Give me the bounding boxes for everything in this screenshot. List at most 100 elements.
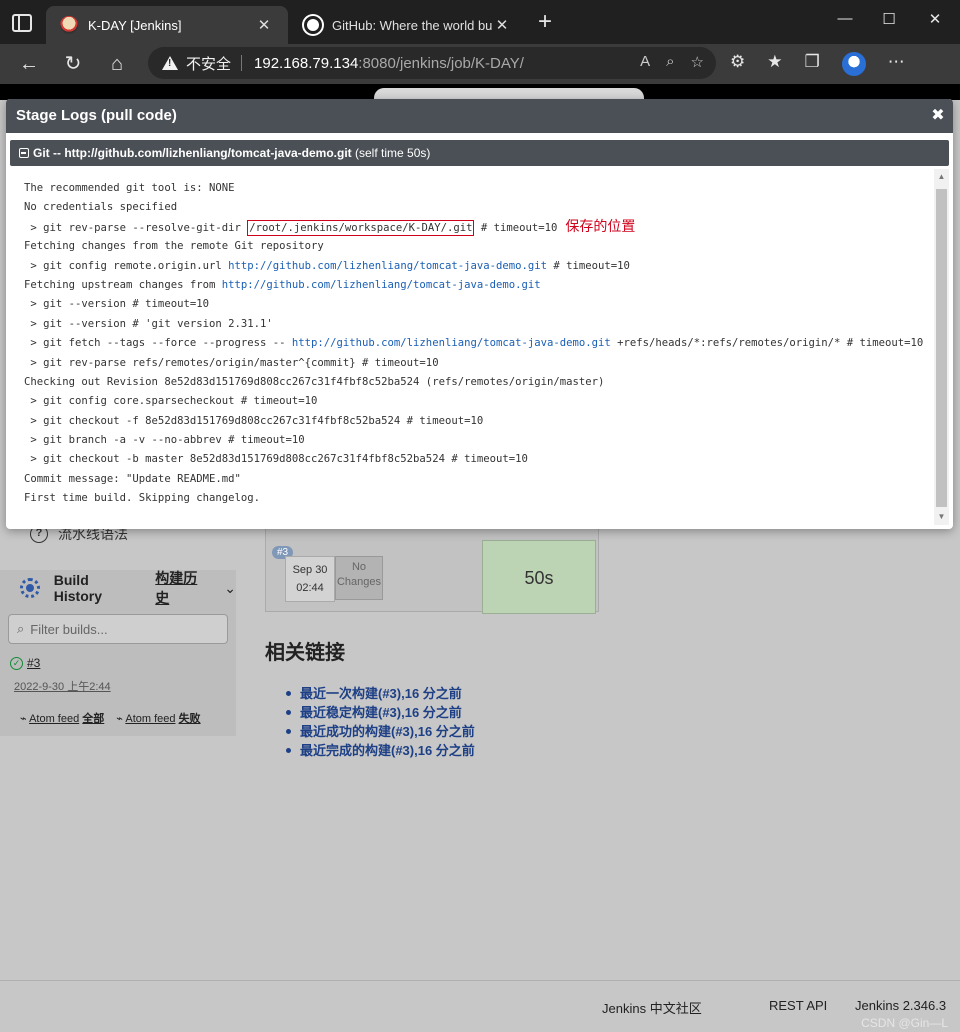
chevron-down-icon[interactable]: ⌄ <box>224 580 236 597</box>
close-icon[interactable]: ✕ <box>254 16 274 34</box>
log-line: > git branch -a -v --no-abbrev # timeout… <box>24 434 305 447</box>
build-card-time: 02:44 <box>296 582 324 594</box>
scroll-up-icon[interactable]: ▲ <box>934 169 949 185</box>
log-output: The recommended git tool is: NONE No cred… <box>10 169 933 525</box>
footer-version-link[interactable]: Jenkins 2.346.3 <box>855 998 946 1013</box>
step-prefix: Git -- <box>33 146 65 160</box>
feed-label: Atom feed <box>125 713 176 725</box>
insecure-label: 不安全 <box>186 55 232 73</box>
log-step-header[interactable]: Git -- http://github.com/lizhenliang/tom… <box>10 140 949 166</box>
log-line: > git checkout -f 8e52d83d151769d808cc26… <box>24 414 484 427</box>
build-history-link[interactable]: 构建历史 <box>155 568 210 608</box>
build-history-panel: Build History 构建历史 ⌄ ⌕ Filter builds... … <box>0 570 236 736</box>
related-link[interactable]: 最近稳定构建(#3),16 分之前 <box>286 703 475 722</box>
annotation-note: 保存的位置 <box>565 218 636 235</box>
log-line: > git config core.sparsecheckout # timeo… <box>24 395 318 408</box>
log-line: > git --version # 'git version 2.31.1' <box>24 317 273 330</box>
log-line: > git checkout -b master 8e52d83d151769d… <box>24 453 528 466</box>
refresh-icon[interactable]: ↻ <box>60 52 86 76</box>
collapse-icon[interactable] <box>19 148 29 158</box>
related-links-title: 相关链接 <box>265 642 345 664</box>
log-line: The recommended git tool is: NONE <box>24 182 235 194</box>
related-link[interactable]: 最近一次构建(#3),16 分之前 <box>286 684 475 703</box>
read-aloud-icon[interactable]: A <box>640 53 650 71</box>
new-tab-button[interactable]: + <box>534 10 556 36</box>
favorite-add-icon[interactable]: ☆ <box>691 53 704 71</box>
log-text: > git rev-parse --resolve-git-dir <box>24 221 248 234</box>
build-card[interactable]: Sep 30 02:44 <box>285 556 335 602</box>
build-row[interactable]: ✓ #3 <box>10 656 40 671</box>
url-path: :8080/jenkins/job/K-DAY/ <box>358 54 524 72</box>
atom-feeds: ⌁ Atom feed 全部 ⌁ Atom feed 失败 <box>20 710 201 726</box>
log-line: Fetching upstream changes from http://gi… <box>24 276 933 295</box>
build-link[interactable]: #3 <box>27 656 40 670</box>
window-close-icon[interactable]: ✕ <box>920 10 950 28</box>
scroll-down-icon[interactable]: ▼ <box>934 509 949 525</box>
feed-label: Atom feed <box>29 713 80 725</box>
build-date[interactable]: 2022-9-30 上午2:44 <box>14 678 111 694</box>
rss-icon: ⌁ <box>20 713 27 725</box>
feed-all-link[interactable]: ⌁ Atom feed 全部 <box>20 710 104 726</box>
feed-all-label: 全部 <box>82 713 105 725</box>
extensions-icon[interactable]: ⚙ <box>730 52 745 76</box>
highlighted-path: /root/.jenkins/workspace/K-DAY/.git <box>247 219 475 236</box>
related-link[interactable]: 最近成功的构建(#3),16 分之前 <box>286 722 475 741</box>
related-link[interactable]: 最近完成的构建(#3),16 分之前 <box>286 741 475 760</box>
tab-title: GitHub: Where the world builds <box>332 17 492 33</box>
more-menu-icon[interactable]: ⋯ <box>888 52 905 76</box>
build-card-date: Sep 30 <box>292 564 328 576</box>
footer-community-link[interactable]: Jenkins 中文社区 <box>602 998 702 1017</box>
url-divider <box>241 55 243 71</box>
feed-failed-link[interactable]: ⌁ Atom feed 失败 <box>116 710 200 726</box>
back-icon[interactable]: ← <box>16 52 42 76</box>
tab-actions-icon[interactable] <box>12 14 32 32</box>
log-line: Fetching changes from the remote Git rep… <box>24 240 324 253</box>
step-url: http://github.com/lizhenliang/tomcat-jav… <box>64 146 352 160</box>
stage-cell-pull-code[interactable]: 50s <box>482 540 596 614</box>
stage-logs-dialog: Stage Logs (pull code) ✖ Git -- http://g… <box>6 99 953 529</box>
filter-builds-input[interactable]: ⌕ Filter builds... <box>8 614 228 644</box>
favorites-icon[interactable]: ★ <box>767 52 782 76</box>
minimize-icon[interactable]: — <box>830 10 860 27</box>
log-line: > git --version # timeout=10 <box>24 298 209 311</box>
log-line: > git config remote.origin.url http://gi… <box>24 257 933 276</box>
build-history-icon <box>20 578 40 598</box>
log-line: First time build. Skipping changelog. <box>24 492 260 505</box>
tab-title: K-DAY [Jenkins] <box>88 17 182 33</box>
log-text: > git fetch --tags --force --progress -- <box>24 337 292 350</box>
tab-github[interactable]: GitHub: Where the world builds ✕ <box>290 6 526 44</box>
scroll-thumb[interactable] <box>936 189 947 507</box>
tab-jenkins[interactable]: K-DAY [Jenkins] ✕ <box>46 6 288 44</box>
rss-icon: ⌁ <box>116 713 123 725</box>
no-changes-cell: No Changes <box>335 556 383 600</box>
footer-rest-api-link[interactable]: REST API <box>769 998 827 1013</box>
warning-icon <box>162 56 178 70</box>
log-line: Commit message: "Update README.md" <box>24 472 241 485</box>
log-line: No credentials specified <box>24 201 178 214</box>
related-links-list: 最近一次构建(#3),16 分之前 最近稳定构建(#3),16 分之前 最近成功… <box>286 684 475 760</box>
profile-avatar[interactable] <box>841 52 866 76</box>
zoom-icon[interactable]: ⌕ <box>666 53 674 71</box>
browser-tab-bar: K-DAY [Jenkins] ✕ GitHub: Where the worl… <box>0 0 960 44</box>
log-scrollbar[interactable]: ▲ ▼ <box>934 169 949 525</box>
home-icon[interactable]: ⌂ <box>104 52 130 76</box>
repo-link[interactable]: http://github.com/lizhenliang/tomcat-jav… <box>222 279 541 291</box>
success-icon: ✓ <box>10 657 23 671</box>
build-history-title: Build History <box>53 572 102 604</box>
log-text: # timeout=10 <box>547 259 630 272</box>
address-bar: ← ↻ ⌂ 不安全 192.168.79.134 :8080/jenkins/j… <box>0 44 960 84</box>
repo-link[interactable]: http://github.com/lizhenliang/tomcat-jav… <box>228 260 547 272</box>
log-line: > git rev-parse --resolve-git-dir /root/… <box>24 218 933 237</box>
url-input[interactable]: 不安全 192.168.79.134 :8080/jenkins/job/K-D… <box>148 47 716 79</box>
close-icon[interactable]: ✖ <box>929 99 947 133</box>
url-host: 192.168.79.134 <box>254 54 359 72</box>
dialog-title: Stage Logs (pull code) <box>16 107 177 124</box>
log-line: Checking out Revision 8e52d83d151769d808… <box>24 375 605 388</box>
close-icon[interactable]: ✕ <box>492 16 512 34</box>
maximize-icon[interactable]: ☐ <box>874 10 904 28</box>
repo-link[interactable]: http://github.com/lizhenliang/tomcat-jav… <box>292 337 611 349</box>
feed-failed-label: 失败 <box>178 713 201 725</box>
search-icon: ⌕ <box>17 621 25 636</box>
collections-icon[interactable]: ❐ <box>805 52 820 76</box>
log-line: > git fetch --tags --force --progress --… <box>24 334 933 353</box>
